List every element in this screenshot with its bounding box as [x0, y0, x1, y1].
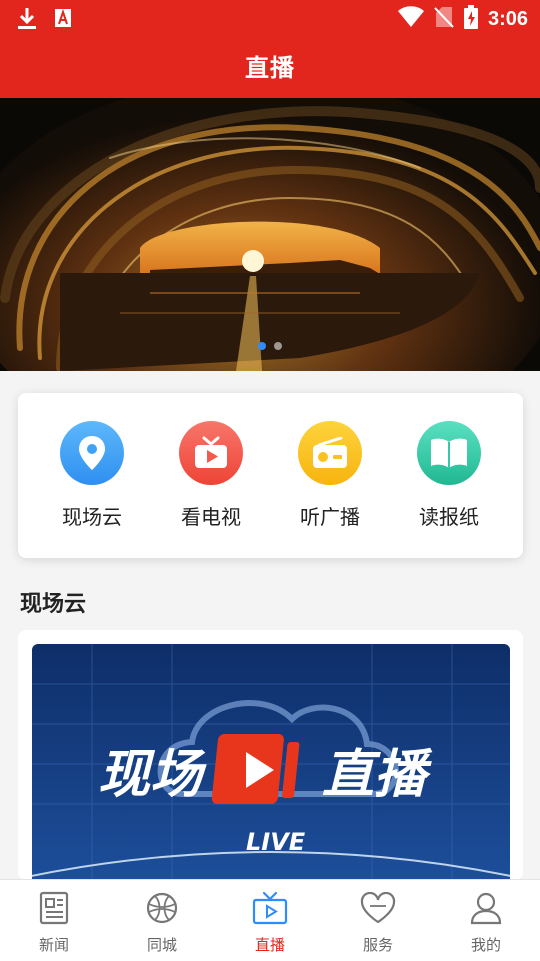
- entry-label: 听广播: [300, 505, 360, 529]
- entry-listen-radio[interactable]: 听广播: [270, 421, 390, 530]
- app-a-icon: [54, 8, 72, 32]
- nav-live[interactable]: 直播: [216, 890, 324, 955]
- entry-scene-cloud[interactable]: 现场云: [32, 421, 152, 530]
- nav-label: 新闻: [38, 936, 69, 954]
- entry-label: 读报纸: [419, 505, 479, 529]
- entry-label: 现场云: [62, 505, 122, 529]
- live-cover-image[interactable]: 现场 直播 LIVE: [32, 644, 510, 880]
- city-globe-icon: [108, 890, 216, 926]
- live-headline-left: 现场: [98, 745, 207, 805]
- carousel-dot[interactable]: [274, 342, 282, 350]
- user-icon: [432, 890, 540, 926]
- live-card[interactable]: 现场 直播 LIVE: [18, 630, 523, 880]
- nav-mine[interactable]: 我的: [432, 890, 540, 955]
- location-pin-icon: [60, 421, 124, 485]
- live-headline-right: 直播: [322, 745, 433, 805]
- quick-entry-card: 现场云 看电视 听广播 读报纸: [18, 393, 523, 558]
- nav-label: 服务: [362, 936, 393, 954]
- nav-label: 我的: [470, 936, 501, 954]
- section-title: 现场云: [20, 592, 87, 617]
- heart-icon: [324, 890, 432, 926]
- tv-icon: [179, 421, 243, 485]
- carousel-dot-active[interactable]: [258, 342, 266, 350]
- newspaper-icon: [0, 890, 108, 926]
- entry-label: 看电视: [181, 505, 241, 529]
- status-bar: 3:06: [0, 0, 540, 38]
- download-icon: [16, 6, 38, 34]
- no-sim-icon: [434, 5, 454, 33]
- entry-watch-tv[interactable]: 看电视: [151, 421, 271, 530]
- live-tag: LIVE: [246, 828, 306, 856]
- nav-label: 直播: [254, 936, 285, 954]
- page-title: 直播: [245, 54, 295, 82]
- bottom-nav: 新闻 同城 直播 服务 我的: [0, 879, 540, 961]
- banner-image[interactable]: [0, 98, 540, 371]
- entry-read-newspaper[interactable]: 读报纸: [389, 421, 509, 530]
- nav-city[interactable]: 同城: [108, 890, 216, 955]
- app-header: 直播: [0, 38, 540, 98]
- battery-charging-icon: [463, 5, 478, 33]
- wifi-icon: [397, 6, 424, 32]
- book-icon: [417, 421, 481, 485]
- radio-icon: [298, 421, 362, 485]
- status-time: 3:06: [487, 7, 528, 30]
- carousel-indicator: [0, 342, 540, 350]
- live-tv-icon: [216, 890, 324, 926]
- nav-label: 同城: [146, 936, 177, 954]
- banner-carousel[interactable]: [0, 98, 540, 371]
- nav-service[interactable]: 服务: [324, 890, 432, 955]
- nav-news[interactable]: 新闻: [0, 890, 108, 955]
